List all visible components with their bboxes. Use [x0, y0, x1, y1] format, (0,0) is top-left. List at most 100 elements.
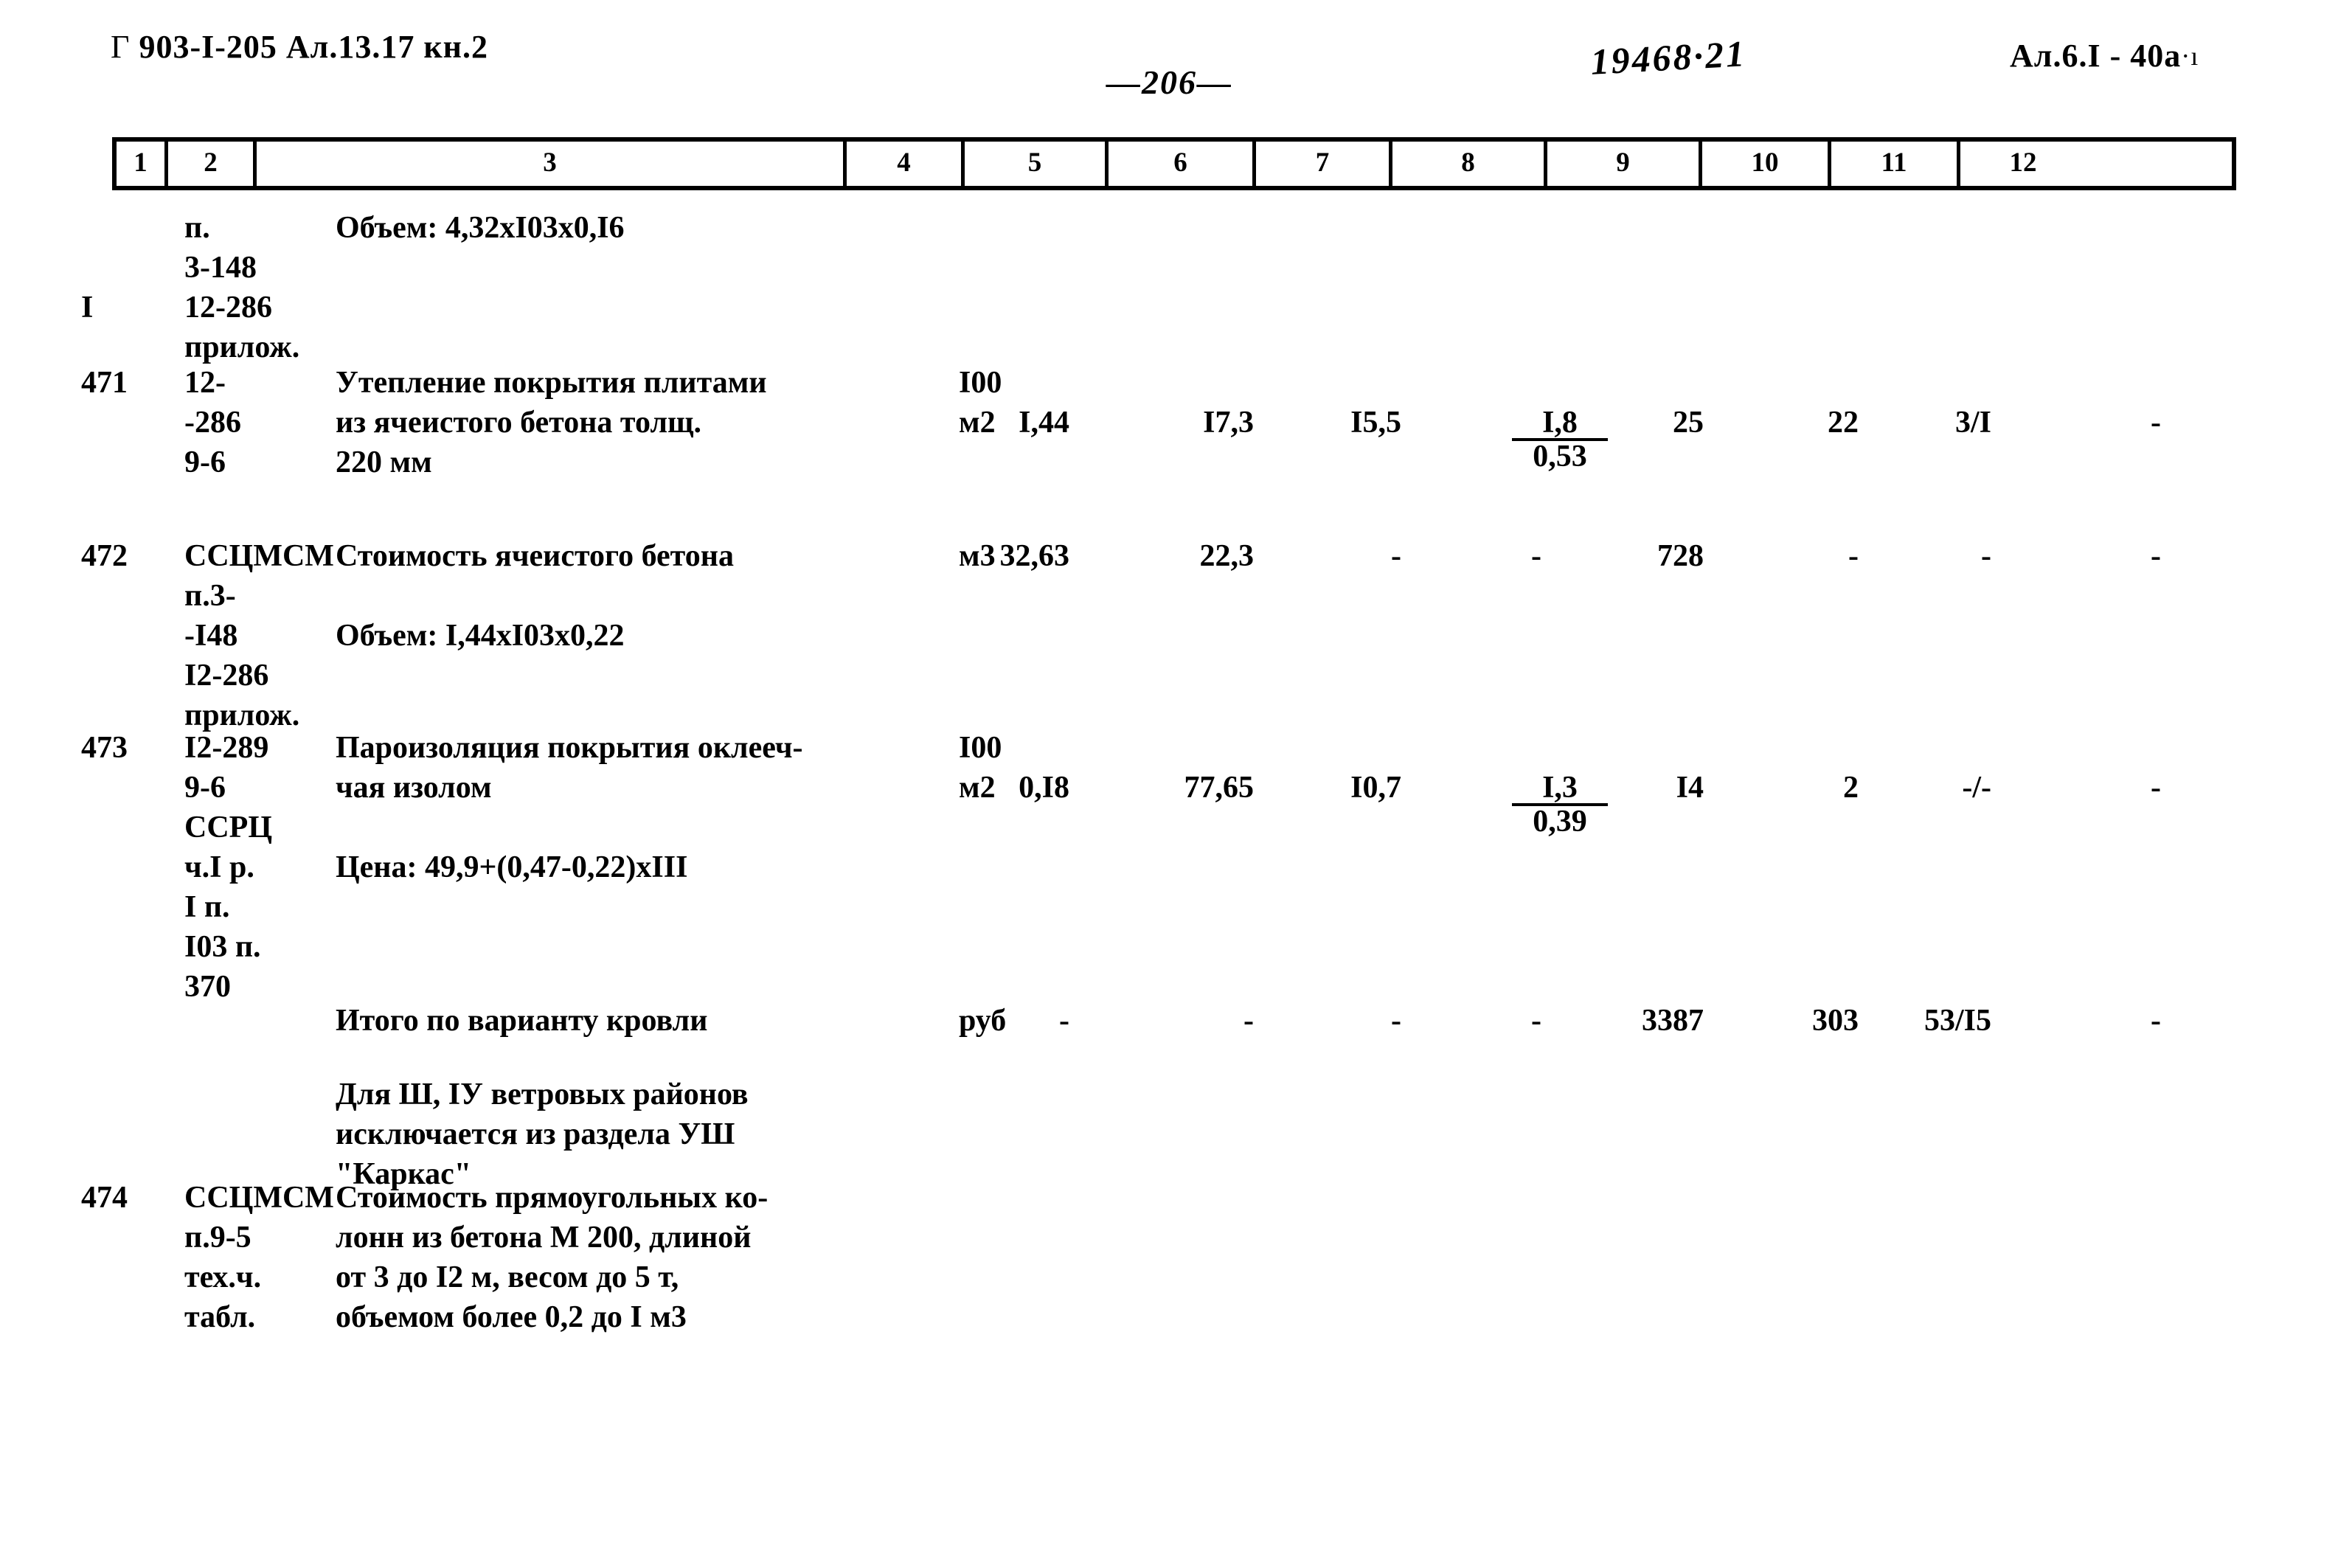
- row-code-line: 370: [184, 970, 231, 1004]
- table-row: Для Ш, IУ ветровых районов исключается из…: [0, 1079, 2352, 1190]
- header-bracket-glyph: Г: [111, 29, 131, 65]
- row-code-line: п.3-: [184, 579, 236, 613]
- row-value-col8: -: [1531, 539, 1541, 573]
- column-number-5: 5: [965, 142, 1109, 186]
- row-description-secondary: Цена: 49,9+(0,47-0,22)хIII: [336, 850, 688, 884]
- row-code-line: I2-286: [184, 659, 269, 693]
- page-number: —206—: [1106, 63, 1232, 101]
- row-description-line: Объем: 4,32хI03х0,I6: [336, 211, 625, 245]
- row-value-col6: I7,3: [1203, 406, 1254, 440]
- document-header-right: Ал.6.I - 40а·ı: [2010, 37, 2199, 74]
- row-description-line: Для Ш, IУ ветровых районов: [336, 1078, 749, 1111]
- column-number-12: 12: [2009, 147, 2037, 178]
- column-number-2: 2: [168, 142, 257, 186]
- row-description-line: Пароизоляция покрытия оклееч-: [336, 731, 803, 765]
- row-code-line: -I48: [184, 619, 238, 653]
- row-code-line: 12-: [184, 366, 226, 400]
- row-code-line: ч.I р.: [184, 850, 254, 884]
- row-code-line: табл.: [184, 1300, 256, 1334]
- row-value-col11: -: [1981, 539, 1991, 573]
- row-code-line: п.9-5: [184, 1221, 251, 1255]
- row-value-col11: -/-: [1962, 771, 1991, 805]
- row-unit-line: I00: [959, 731, 1002, 765]
- row-code-line: -286: [184, 406, 241, 440]
- row-value-col10: 2: [1843, 771, 1859, 805]
- row-value-col9: 3387: [1642, 1004, 1704, 1038]
- fraction-numerator: I,8: [1542, 406, 1578, 440]
- row-description-line: объемом более 0,2 до I м3: [336, 1300, 687, 1334]
- row-code-line: 12-286: [184, 291, 272, 325]
- row-description-line: исключается из раздела УШ: [336, 1117, 735, 1151]
- row-description-line: Утепление покрытия плитами: [336, 366, 767, 400]
- row-code-line: тех.ч.: [184, 1260, 262, 1294]
- row-value-col10: -: [1848, 539, 1859, 573]
- row-value-col9: 25: [1673, 406, 1704, 440]
- row-code-line: ССЦМСМ: [184, 539, 334, 573]
- row-code-line: ССРЦ: [184, 811, 272, 844]
- row-value-col10: 22: [1828, 406, 1859, 440]
- column-number-9: 9: [1547, 142, 1702, 186]
- row-value-col8-fraction: I,3 0,39: [1512, 772, 1608, 837]
- row-unit-line: м3: [959, 539, 996, 573]
- fraction-numerator: I,3: [1542, 771, 1578, 805]
- row-code-line: прилож.: [184, 698, 300, 732]
- table-row: 473 I2-289 9-6 ССРЦ ч.I р. I п. I03 п. 370 Парои…: [0, 732, 2352, 1002]
- table-row: Iп. 3-148 12-286 прилож. Объем: 4,32хI03х0,I…: [0, 212, 2352, 363]
- row-unit-line: I00: [959, 366, 1002, 400]
- row-item-number: 473: [81, 731, 128, 765]
- row-value-col8: -: [1531, 1004, 1541, 1038]
- row-description-line: из ячеистого бетона толщ.: [336, 406, 701, 440]
- row-value-col12: -: [2151, 1004, 2161, 1038]
- fraction-denominator: 0,39: [1512, 803, 1608, 837]
- row-value-col5: I,44: [1019, 406, 1069, 440]
- row-item-number: 474: [81, 1181, 128, 1215]
- row-value-col7: I5,5: [1350, 406, 1401, 440]
- row-description-line: Стоимость прямоугольных ко-: [336, 1181, 769, 1215]
- row-unit-line: м2: [959, 771, 996, 805]
- row-item-number: 472: [81, 539, 128, 573]
- row-value-col11: 3/I: [1954, 406, 1991, 440]
- row-value-col10: 303: [1812, 1004, 1859, 1038]
- column-number-11: 11: [1831, 142, 1960, 186]
- column-number-4: 4: [847, 142, 965, 186]
- header-right-tick-glyph: ·ı: [2181, 41, 2199, 71]
- row-value-col12: -: [2151, 771, 2161, 805]
- column-number-7: 7: [1256, 142, 1392, 186]
- row-code-line: ССЦМСМ: [184, 1181, 334, 1215]
- row-value-col7: -: [1391, 539, 1401, 573]
- table-row: 471 12- -286 9-6 Утепление покрытия плитами и…: [0, 367, 2352, 478]
- row-code-line: 9-6: [184, 771, 226, 805]
- header-left-text: 903-I-205 Ал.13.17 кн.2: [139, 29, 489, 65]
- header-right-text: Ал.6.I - 40а: [2010, 38, 2182, 74]
- row-value-col6: -: [1243, 1004, 1254, 1038]
- row-description-line: чая изолом: [336, 771, 492, 805]
- row-value-col5: 32,63: [999, 539, 1070, 573]
- fraction-denominator: 0,53: [1512, 438, 1608, 472]
- table-row: Итого по варианту кровли руб - - - - 3387 303 53…: [0, 1005, 2352, 1036]
- row-value-col5: 0,I8: [1019, 771, 1069, 805]
- row-item-number: I: [81, 291, 94, 325]
- row-value-col7: -: [1391, 1004, 1401, 1038]
- table-row: 474 ССЦМСМ п.9-5 тех.ч. табл. Стоимость прямо…: [0, 1182, 2352, 1333]
- row-description-line: Итого по варианту кровли: [336, 1004, 708, 1038]
- row-value-col9: I4: [1676, 771, 1704, 805]
- row-value-col6: 77,65: [1184, 771, 1255, 805]
- document-header-left: Г 903-I-205 Ал.13.17 кн.2: [111, 28, 488, 66]
- row-code-line: п.: [184, 211, 210, 245]
- column-number-1: 1: [117, 142, 168, 186]
- row-value-col5: -: [1059, 1004, 1069, 1038]
- handwritten-stamp-number: 19468·21: [1589, 32, 1748, 83]
- row-value-col12: -: [2151, 406, 2161, 440]
- row-code-line: I п.: [184, 890, 230, 924]
- table-column-number-ruler: 1 2 3 4 5 6 7 8 9 10 11 12: [112, 137, 2236, 190]
- column-number-3: 3: [257, 142, 847, 186]
- row-code-line: I03 п.: [184, 930, 261, 964]
- row-description-line: от 3 до I2 м, весом до 5 т,: [336, 1260, 679, 1294]
- row-description-line: лонн из бетона М 200, длиной: [336, 1221, 752, 1255]
- column-number-6: 6: [1109, 142, 1256, 186]
- row-code-line: 3-148: [184, 251, 257, 285]
- row-unit-line: руб: [959, 1004, 1007, 1038]
- row-value-col12: -: [2151, 539, 2161, 573]
- row-code-line: I2-289: [184, 731, 269, 765]
- row-code-line: прилож.: [184, 330, 300, 364]
